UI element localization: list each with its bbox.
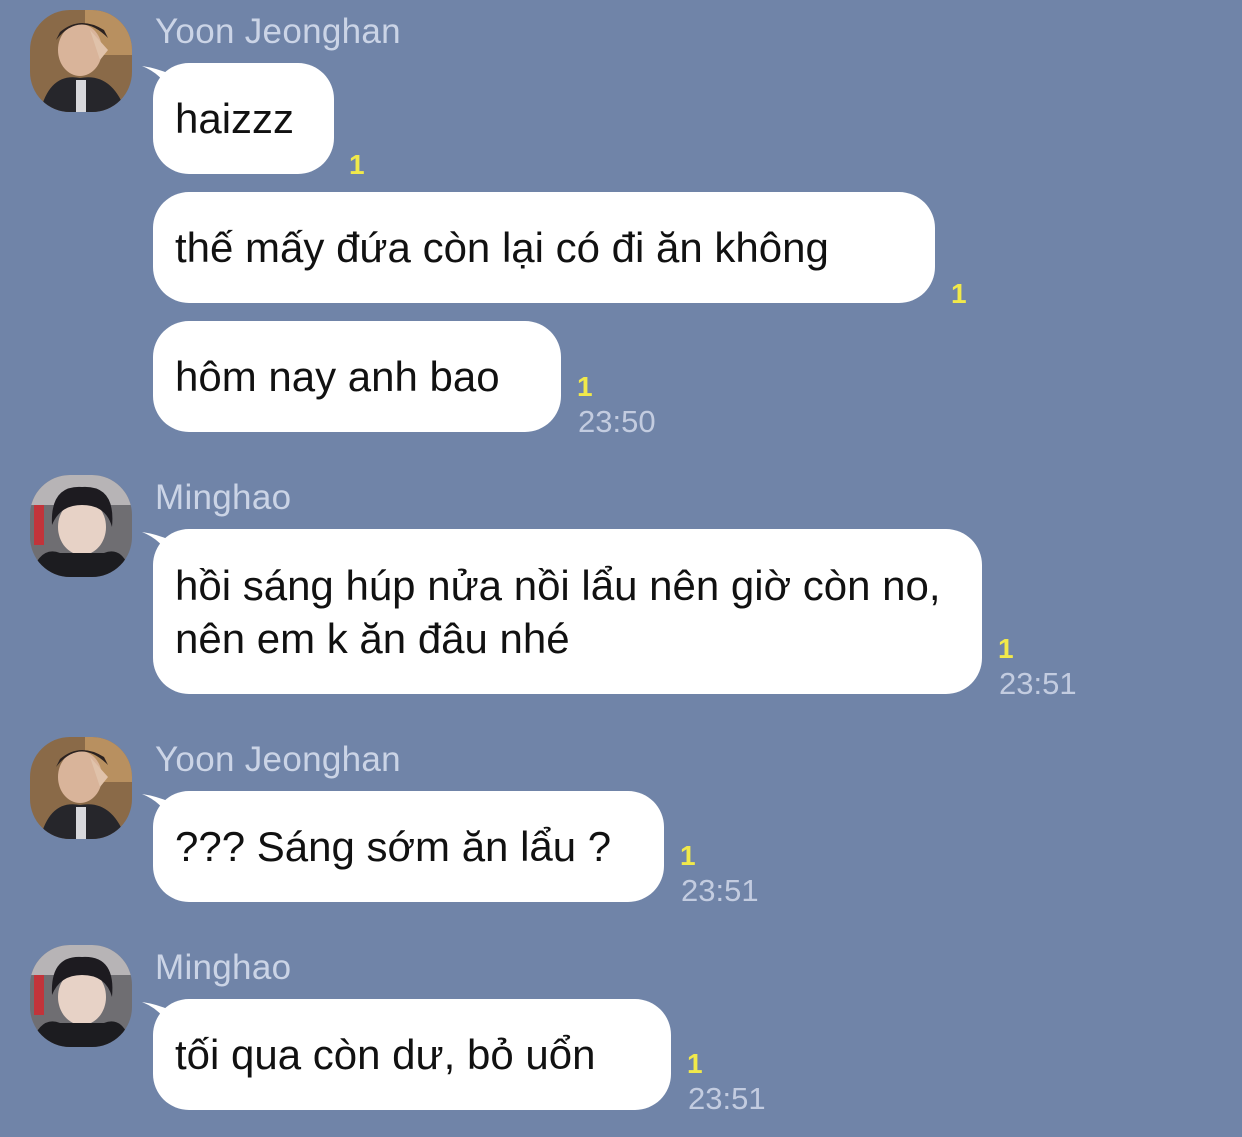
unread-count: 1 bbox=[680, 840, 696, 871]
unread-count: 1 bbox=[998, 633, 1014, 664]
timestamp: 23:50 bbox=[578, 404, 656, 439]
timestamp: 23:51 bbox=[688, 1081, 766, 1116]
unread-count: 1 bbox=[687, 1048, 703, 1079]
avatar-yoon-jeonghan[interactable] bbox=[30, 10, 132, 112]
avatar-minghao[interactable] bbox=[30, 945, 132, 1047]
avatar-photo-icon bbox=[30, 10, 132, 112]
message-bubble[interactable]: tối qua còn dư, bỏ uổn bbox=[153, 999, 671, 1110]
avatar-photo-icon bbox=[30, 737, 132, 839]
unread-count: 1 bbox=[577, 371, 593, 402]
message-bubble[interactable]: hôm nay anh bao bbox=[153, 321, 561, 432]
sender-name: Yoon Jeonghan bbox=[155, 740, 401, 779]
message-bubble[interactable]: thế mấy đứa còn lại có đi ăn không bbox=[153, 192, 935, 303]
message-bubble[interactable]: ??? Sáng sớm ăn lẩu ? bbox=[153, 791, 664, 902]
unread-count: 1 bbox=[951, 278, 967, 309]
sender-name: Minghao bbox=[155, 478, 292, 517]
timestamp: 23:51 bbox=[999, 666, 1077, 701]
avatar-photo-icon bbox=[30, 945, 132, 1047]
sender-name: Yoon Jeonghan bbox=[155, 12, 401, 51]
message-bubble[interactable]: hồi sáng húp nửa nồi lẩu nên giờ còn no,… bbox=[153, 529, 982, 694]
unread-count: 1 bbox=[349, 149, 365, 180]
message-bubble[interactable]: haizzz bbox=[153, 63, 334, 174]
timestamp: 23:51 bbox=[681, 873, 759, 908]
sender-name: Minghao bbox=[155, 948, 292, 987]
avatar-minghao[interactable] bbox=[30, 475, 132, 577]
avatar-photo-icon bbox=[30, 475, 132, 577]
avatar-yoon-jeonghan[interactable] bbox=[30, 737, 132, 839]
